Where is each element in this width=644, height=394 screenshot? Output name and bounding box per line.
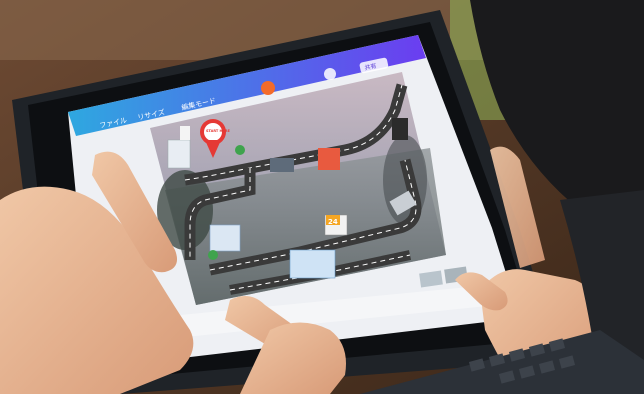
photo-scene: ファイル リサイズ 編集モード 共有 24 START HERE [0,0,644,394]
play-icon[interactable] [324,68,336,80]
building-tower [180,126,190,140]
plant-icon [235,145,245,155]
photo-svg: ファイル リサイズ 編集モード 共有 24 START HERE [0,0,644,394]
car-blue [270,158,294,172]
building-school [167,139,191,169]
start-sign-label: START HERE [206,129,231,133]
traffic-light [392,118,408,140]
building-hospital [209,224,241,252]
building-office [289,249,336,279]
avatar-icon[interactable] [261,81,275,95]
building-shop [318,148,340,170]
building-number-label: 24 [328,218,338,226]
plant-icon [208,250,218,260]
